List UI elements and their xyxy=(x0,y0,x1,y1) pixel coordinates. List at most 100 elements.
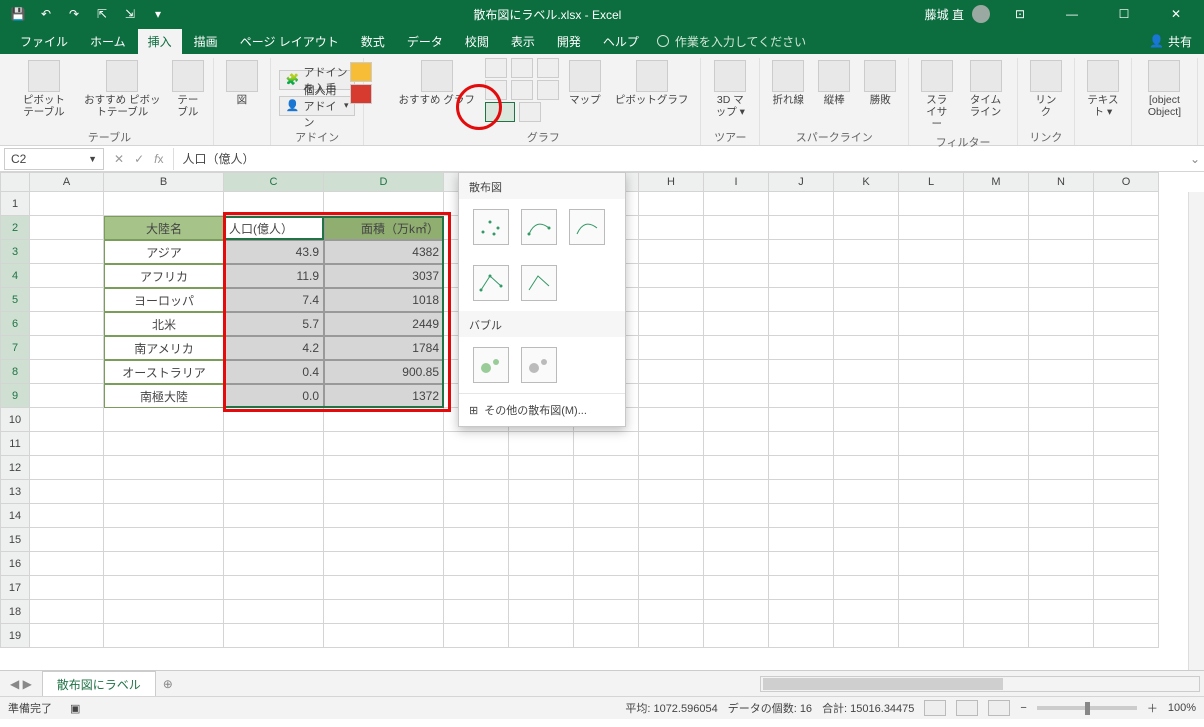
tell-me[interactable]: 作業を入力してください xyxy=(657,33,806,50)
text-button[interactable]: テキスト ▾ xyxy=(1083,58,1123,120)
cell-L11[interactable] xyxy=(899,432,964,456)
cell-H4[interactable] xyxy=(639,264,704,288)
cell-A18[interactable] xyxy=(30,600,104,624)
cell-C13[interactable] xyxy=(224,480,324,504)
cell-G16[interactable] xyxy=(574,552,639,576)
cell-E12[interactable] xyxy=(444,456,509,480)
cell-I9[interactable] xyxy=(704,384,769,408)
cell-D11[interactable] xyxy=(324,432,444,456)
cell-I17[interactable] xyxy=(704,576,769,600)
table-button[interactable]: テーブル xyxy=(171,58,205,120)
cell-J15[interactable] xyxy=(769,528,834,552)
timeline-button[interactable]: タイム ライン xyxy=(962,58,1009,120)
sparkline-line-button[interactable]: 折れ線 xyxy=(768,58,808,108)
column-chart-icon[interactable] xyxy=(485,58,507,78)
cell-H19[interactable] xyxy=(639,624,704,648)
cell-O9[interactable] xyxy=(1094,384,1159,408)
column-header-K[interactable]: K xyxy=(834,172,899,192)
select-all-corner[interactable] xyxy=(0,172,30,192)
cell-A16[interactable] xyxy=(30,552,104,576)
cell-O1[interactable] xyxy=(1094,192,1159,216)
cell-I15[interactable] xyxy=(704,528,769,552)
cell-G11[interactable] xyxy=(574,432,639,456)
cell-C8[interactable]: 0.4 xyxy=(224,360,324,384)
cell-O19[interactable] xyxy=(1094,624,1159,648)
cell-C10[interactable] xyxy=(224,408,324,432)
cell-F13[interactable] xyxy=(509,480,574,504)
cell-C7[interactable]: 4.2 xyxy=(224,336,324,360)
cell-O2[interactable] xyxy=(1094,216,1159,240)
cell-B14[interactable] xyxy=(104,504,224,528)
cell-E11[interactable] xyxy=(444,432,509,456)
cell-H3[interactable] xyxy=(639,240,704,264)
cell-K15[interactable] xyxy=(834,528,899,552)
my-addins-button[interactable]: 👤個人用アドイン▾ xyxy=(279,96,356,116)
column-header-H[interactable]: H xyxy=(639,172,704,192)
cell-M18[interactable] xyxy=(964,600,1029,624)
cell-O13[interactable] xyxy=(1094,480,1159,504)
macro-record-icon[interactable]: ▣ xyxy=(70,702,80,715)
cell-J3[interactable] xyxy=(769,240,834,264)
cell-N8[interactable] xyxy=(1029,360,1094,384)
cell-H8[interactable] xyxy=(639,360,704,384)
row-header-2[interactable]: 2 xyxy=(0,216,30,240)
cell-K8[interactable] xyxy=(834,360,899,384)
cell-A12[interactable] xyxy=(30,456,104,480)
row-header-5[interactable]: 5 xyxy=(0,288,30,312)
cell-G14[interactable] xyxy=(574,504,639,528)
cell-H11[interactable] xyxy=(639,432,704,456)
cell-A4[interactable] xyxy=(30,264,104,288)
row-header-16[interactable]: 16 xyxy=(0,552,30,576)
cell-M7[interactable] xyxy=(964,336,1029,360)
bing-maps-icon[interactable] xyxy=(350,62,372,82)
cell-I18[interactable] xyxy=(704,600,769,624)
cell-H9[interactable] xyxy=(639,384,704,408)
column-header-L[interactable]: L xyxy=(899,172,964,192)
cell-J10[interactable] xyxy=(769,408,834,432)
cell-L14[interactable] xyxy=(899,504,964,528)
cell-K14[interactable] xyxy=(834,504,899,528)
cell-K9[interactable] xyxy=(834,384,899,408)
row-header-9[interactable]: 9 xyxy=(0,384,30,408)
cell-I19[interactable] xyxy=(704,624,769,648)
cell-K11[interactable] xyxy=(834,432,899,456)
undo-icon[interactable]: ↶ xyxy=(34,3,58,25)
sheet-tab-active[interactable]: 散布図にラベル xyxy=(42,671,156,696)
cell-B8[interactable]: オーストラリア xyxy=(104,360,224,384)
cell-D17[interactable] xyxy=(324,576,444,600)
cell-G15[interactable] xyxy=(574,528,639,552)
cell-M11[interactable] xyxy=(964,432,1029,456)
cell-B13[interactable] xyxy=(104,480,224,504)
cell-B6[interactable]: 北米 xyxy=(104,312,224,336)
line-chart-icon[interactable] xyxy=(511,58,533,78)
row-header-4[interactable]: 4 xyxy=(0,264,30,288)
column-header-N[interactable]: N xyxy=(1029,172,1094,192)
cell-L6[interactable] xyxy=(899,312,964,336)
fx-icon[interactable]: fx xyxy=(154,152,163,166)
cell-L7[interactable] xyxy=(899,336,964,360)
cell-A9[interactable] xyxy=(30,384,104,408)
cell-D13[interactable] xyxy=(324,480,444,504)
tab-data[interactable]: データ xyxy=(397,29,453,54)
column-header-D[interactable]: D xyxy=(324,172,444,192)
statistic-chart-icon[interactable] xyxy=(511,80,533,100)
cell-A10[interactable] xyxy=(30,408,104,432)
cell-K4[interactable] xyxy=(834,264,899,288)
cell-K2[interactable] xyxy=(834,216,899,240)
cell-O12[interactable] xyxy=(1094,456,1159,480)
cell-B1[interactable] xyxy=(104,192,224,216)
cell-D15[interactable] xyxy=(324,528,444,552)
qat-btn-4[interactable]: ⇱ xyxy=(90,3,114,25)
cell-L9[interactable] xyxy=(899,384,964,408)
cell-F18[interactable] xyxy=(509,600,574,624)
cell-C12[interactable] xyxy=(224,456,324,480)
cell-N14[interactable] xyxy=(1029,504,1094,528)
cell-C6[interactable]: 5.7 xyxy=(224,312,324,336)
tab-file[interactable]: ファイル xyxy=(10,29,78,54)
cell-G18[interactable] xyxy=(574,600,639,624)
cell-M1[interactable] xyxy=(964,192,1029,216)
cell-M15[interactable] xyxy=(964,528,1029,552)
cell-M14[interactable] xyxy=(964,504,1029,528)
scatter-smooth-markers-icon[interactable] xyxy=(521,209,557,245)
view-pagebreak-icon[interactable] xyxy=(988,700,1010,716)
